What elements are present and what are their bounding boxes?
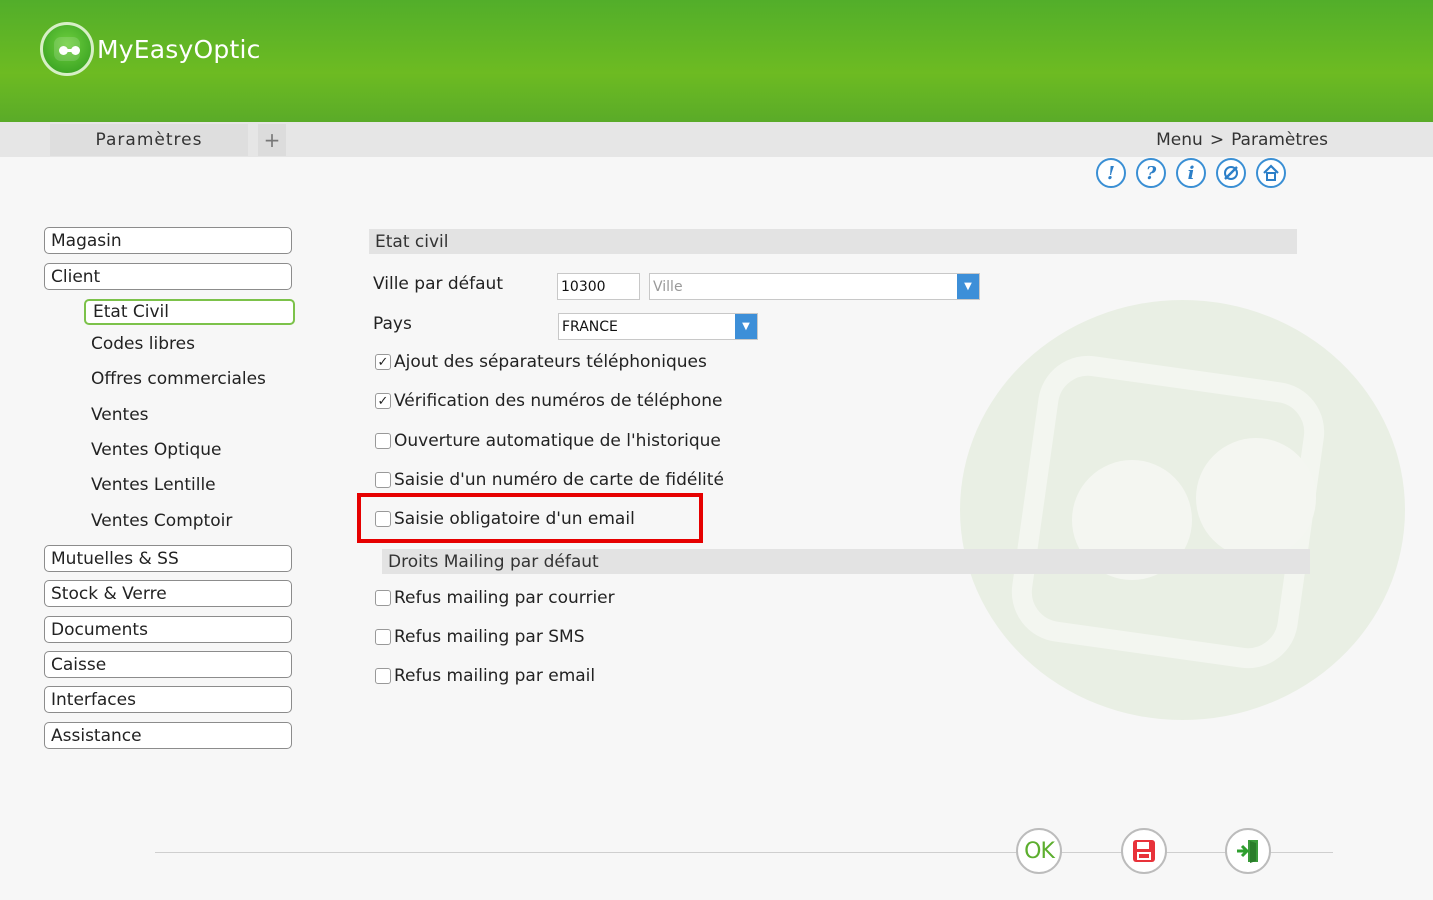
refus-email-label: Refus mailing par email (394, 666, 596, 686)
app-header: MyEasyOptic (0, 0, 1433, 122)
chevron-down-icon[interactable]: ▼ (735, 314, 757, 339)
option-historique[interactable]: Ouverture automatique de l'historique (375, 431, 721, 451)
section-etat-civil: Etat civil (369, 229, 1297, 254)
ok-button[interactable]: OK (1016, 828, 1062, 874)
fidelite-label: Saisie d'un numéro de carte de fidélité (394, 470, 724, 490)
verification-label: Vérification des numéros de téléphone (394, 391, 723, 411)
ville-label: Ville par défaut (373, 274, 503, 294)
logo-icon (40, 22, 94, 76)
exit-door-icon (1237, 840, 1258, 863)
sidebar-subitem-etat-civil[interactable]: Etat Civil (84, 299, 295, 325)
refus-sms-checkbox[interactable] (375, 629, 391, 645)
save-button[interactable] (1121, 828, 1167, 874)
postal-code-input[interactable]: 10300 (557, 273, 640, 300)
ville-select[interactable]: Ville ▼ (649, 273, 980, 300)
breadcrumb-menu[interactable]: Menu (1156, 130, 1203, 150)
option-verification[interactable]: ✓ Vérification des numéros de téléphone (375, 391, 722, 411)
refus-sms-label: Refus mailing par SMS (394, 627, 585, 647)
background-watermark-logo (960, 300, 1405, 720)
help-icon[interactable]: ? (1136, 158, 1166, 188)
verification-checkbox[interactable]: ✓ (375, 393, 391, 409)
sidebar-item-stock[interactable]: Stock & Verre (44, 580, 292, 607)
refus-courrier-label: Refus mailing par courrier (394, 588, 615, 608)
tab-bar: Paramètres + Menu > Paramètres (0, 122, 1433, 157)
sidebar-item-documents[interactable]: Documents (44, 616, 292, 643)
sidebar-subitem-ventes-comptoir[interactable]: Ventes Comptoir (84, 508, 295, 534)
ok-label: OK (1024, 838, 1055, 864)
option-fidelite[interactable]: Saisie d'un numéro de carte de fidélité (375, 470, 724, 490)
highlight-box (357, 493, 703, 543)
refus-courrier-checkbox[interactable] (375, 590, 391, 606)
info-icon[interactable]: i (1176, 158, 1206, 188)
sidebar-item-assistance[interactable]: Assistance (44, 722, 292, 749)
alert-icon[interactable]: ! (1096, 158, 1126, 188)
option-refus-courrier[interactable]: Refus mailing par courrier (375, 588, 615, 608)
sidebar-subitem-codes-libres[interactable]: Codes libres (84, 331, 295, 357)
option-separateurs[interactable]: ✓ Ajout des séparateurs téléphoniques (375, 352, 707, 372)
section-droits-mailing: Droits Mailing par défaut (382, 549, 1310, 574)
sidebar-subitem-ventes-optique[interactable]: Ventes Optique (84, 437, 295, 463)
save-icon (1133, 840, 1155, 862)
pays-select[interactable]: FRANCE ▼ (558, 313, 758, 340)
sidebar-item-interfaces[interactable]: Interfaces (44, 686, 292, 713)
pays-value: FRANCE (562, 318, 618, 335)
sidebar-item-mutuelles[interactable]: Mutuelles & SS (44, 545, 292, 572)
exit-button[interactable] (1225, 828, 1271, 874)
app-title: MyEasyOptic (97, 34, 261, 64)
sidebar-subitem-ventes[interactable]: Ventes (84, 402, 295, 428)
separateurs-label: Ajout des séparateurs téléphoniques (394, 352, 707, 372)
home-icon[interactable] (1256, 158, 1286, 188)
tab-parametres[interactable]: Paramètres (50, 124, 248, 156)
add-tab-button[interactable]: + (258, 124, 286, 156)
breadcrumb-current: Paramètres (1231, 130, 1328, 150)
sidebar-item-magasin[interactable]: Magasin (44, 227, 292, 254)
separateurs-checkbox[interactable]: ✓ (375, 354, 391, 370)
app-logo: MyEasyOptic (40, 22, 261, 76)
pays-label: Pays (373, 314, 412, 334)
sidebar-item-caisse[interactable]: Caisse (44, 651, 292, 678)
breadcrumb-separator: > (1209, 130, 1225, 150)
breadcrumb: Menu > Paramètres (1156, 130, 1328, 150)
toolbar-icons: ! ? i (1096, 158, 1286, 188)
historique-checkbox[interactable] (375, 433, 391, 449)
option-refus-sms[interactable]: Refus mailing par SMS (375, 627, 585, 647)
historique-label: Ouverture automatique de l'historique (394, 431, 721, 451)
ville-placeholder: Ville (653, 278, 683, 295)
option-refus-email[interactable]: Refus mailing par email (375, 666, 595, 686)
tools-icon[interactable] (1216, 158, 1246, 188)
sidebar-subitem-offres-commerciales[interactable]: Offres commerciales (84, 366, 295, 392)
sidebar-subitem-ventes-lentille[interactable]: Ventes Lentille (84, 472, 295, 498)
refus-email-checkbox[interactable] (375, 668, 391, 684)
fidelite-checkbox[interactable] (375, 472, 391, 488)
sidebar-item-client[interactable]: Client (44, 263, 292, 290)
chevron-down-icon[interactable]: ▼ (957, 274, 979, 299)
